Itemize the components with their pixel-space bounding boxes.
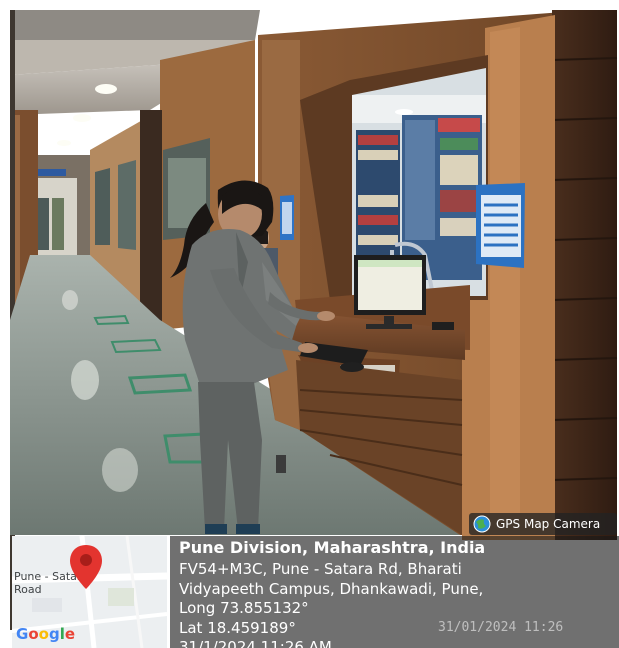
latitude-line: Lat 18.459189° <box>179 619 296 637</box>
photo-frame: GPS Map Camera Pune - Satara Road Google… <box>0 0 619 648</box>
address-line-2: Vidyapeeth Campus, Dhankawadi, Pune, <box>179 580 484 598</box>
globe-icon <box>473 515 491 533</box>
location-title: Pune Division, Maharashtra, India <box>179 538 486 557</box>
location-info-panel: Pune Division, Maharashtra, India FV54+M… <box>170 536 619 648</box>
map-thumbnail[interactable]: Pune - Satara Road Google <box>12 536 167 648</box>
timestamp-watermark: 31/01/2024 11:26 <box>438 620 564 635</box>
map-pin-icon <box>70 545 102 589</box>
longitude-line: Long 73.855132° <box>179 599 309 617</box>
google-logo-text: Google <box>16 625 76 643</box>
gps-map-camera-badge: GPS Map Camera <box>469 513 617 535</box>
badge-label: GPS Map Camera <box>496 517 601 531</box>
google-logo: Google <box>16 625 75 643</box>
address-line-1: FV54+M3C, Pune - Satara Rd, Bharati <box>179 560 462 578</box>
datetime-line: 31/1/2024 11:26 AM <box>179 638 332 648</box>
